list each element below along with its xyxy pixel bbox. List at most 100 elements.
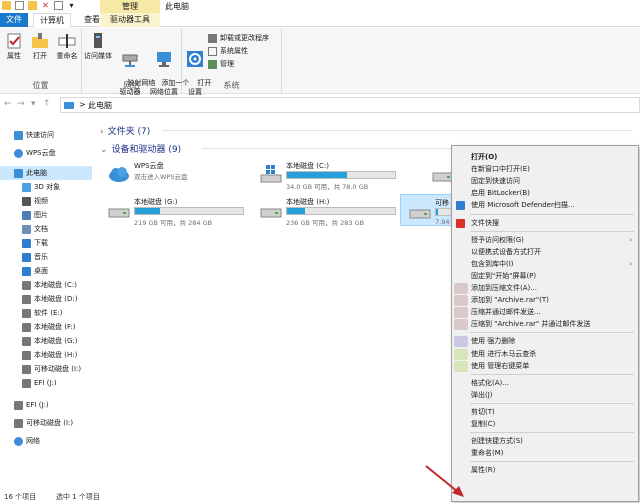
tab-drive-tools[interactable]: 驱动器工具 xyxy=(100,13,160,27)
sidebar-item[interactable]: 3D 对象 xyxy=(0,180,92,194)
gear-icon xyxy=(187,51,203,67)
sidebar-item[interactable]: 快速访问 xyxy=(0,128,92,142)
menu-item[interactable]: 使用 进行木马云查杀 xyxy=(452,348,638,360)
menu-item[interactable]: 启用 BitLocker(B) xyxy=(452,187,638,199)
back-arrow-icon[interactable]: ← xyxy=(4,99,12,109)
sidebar-item[interactable]: 视频 xyxy=(0,194,92,208)
drive-tile[interactable]: 本地磁盘 (C:) 34.0 GB 可用，共 78.0 GB xyxy=(252,158,400,191)
sidebar-item-label: EFI (J:) xyxy=(26,401,49,409)
drive-tile[interactable]: 本地磁盘 (G:) 219 GB 可用，共 284 GB xyxy=(100,194,248,227)
sidebar-item-label: EFI (J:) xyxy=(34,379,57,387)
address-input[interactable]: > 此电脑 xyxy=(60,97,640,113)
menu-separator xyxy=(470,373,634,375)
breadcrumb[interactable]: 此电脑 xyxy=(88,100,112,111)
sidebar-item[interactable]: 本地磁盘 (G:) xyxy=(0,334,92,348)
menu-item[interactable]: 固定到"开始"屏幕(P) xyxy=(452,270,638,282)
sidebar-item[interactable]: 可移动磁盘 (I:) xyxy=(0,362,92,376)
properties-quick-icon[interactable] xyxy=(15,1,24,10)
sidebar-item[interactable]: 桌面 xyxy=(0,264,92,278)
menu-item-label: 格式化(A)... xyxy=(471,378,509,387)
properties-button[interactable]: 属性 xyxy=(2,32,26,61)
menu-item[interactable]: 属性(R) xyxy=(452,464,638,476)
menu-item[interactable]: 以便携式设备方式打开 xyxy=(452,246,638,258)
menu-item[interactable]: 在新窗口中打开(E) xyxy=(452,163,638,175)
menu-item[interactable]: 重命名(M) xyxy=(452,447,638,459)
menu-item[interactable]: 使用 管理右键菜单 xyxy=(452,360,638,372)
new-folder-quick-icon[interactable] xyxy=(28,1,37,10)
menu-item[interactable]: 打开(O) xyxy=(452,151,638,163)
forward-arrow-icon[interactable]: → xyxy=(17,99,25,109)
menu-item[interactable]: 包含到库中(I) › xyxy=(452,258,638,270)
devices-section-header[interactable]: ⌄ 设备和驱动器 (9) xyxy=(100,142,181,155)
drive-tile[interactable]: 本地磁盘 (H:) 236 GB 可用，共 283 GB xyxy=(252,194,400,227)
map-network-drive-button[interactable]: 映射网络 驱动器 xyxy=(114,32,155,106)
sidebar-item-label: 快速访问 xyxy=(26,131,54,139)
sidebar-item[interactable]: EFI (J:) xyxy=(0,376,92,390)
menu-item[interactable]: 压缩到 "Archive.rar" 并通过邮件发送 xyxy=(452,318,638,331)
menu-item[interactable]: 添加到 "Archive.rar"(T) xyxy=(452,294,638,307)
up-arrow-icon[interactable]: ↑ xyxy=(43,99,51,109)
customize-chevron-icon[interactable]: ▾ xyxy=(67,1,76,10)
sidebar-item[interactable]: 此电脑 xyxy=(0,166,92,180)
menu-item[interactable]: 创建快捷方式(S) xyxy=(452,435,638,447)
menu-separator xyxy=(470,432,634,434)
sidebar-item-label: 软件 (E:) xyxy=(34,309,63,317)
sidebar-item[interactable]: 可移动磁盘 (I:) xyxy=(0,416,92,430)
drive-icon xyxy=(22,322,31,332)
drive-icon xyxy=(22,378,31,388)
menu-item[interactable]: 文件快搜 xyxy=(452,217,638,229)
rename-quick-icon[interactable] xyxy=(54,1,63,10)
open-button[interactable]: 打开 xyxy=(28,32,52,61)
sidebar-item[interactable]: 图片 xyxy=(0,208,92,222)
tab-file[interactable]: 文件 xyxy=(0,13,28,27)
menu-item[interactable]: 弹出(J) xyxy=(452,389,638,401)
sidebar-item-label: WPS云盘 xyxy=(26,149,56,157)
menu-item[interactable]: 添加到压缩文件(A)... xyxy=(452,282,638,294)
system-properties-button[interactable]: 系统属性 xyxy=(208,46,248,56)
network-location-icon xyxy=(157,52,171,67)
sidebar-item[interactable]: 音乐 xyxy=(0,250,92,264)
recent-chevron-icon[interactable]: ▾ xyxy=(31,99,36,109)
sidebar-item[interactable]: WPS云盘 xyxy=(0,146,92,160)
sidebar-item[interactable]: 软件 (E:) xyxy=(0,306,92,320)
sidebar-item-label: 图片 xyxy=(34,211,48,219)
menu-item[interactable]: 复制(C) xyxy=(452,418,638,430)
sidebar-item-label: 3D 对象 xyxy=(34,183,61,191)
uninstall-program-button[interactable]: 卸载或更改程序 xyxy=(208,33,269,43)
sidebar-item[interactable]: 本地磁盘 (H:) xyxy=(0,348,92,362)
sidebar-item[interactable]: 本地磁盘 (D:) xyxy=(0,292,92,306)
menu-item[interactable]: 使用 强力删除 xyxy=(452,335,638,348)
manage-button[interactable]: 管理 xyxy=(208,59,234,69)
drive-capacity: 34.0 GB 可用，共 78.0 GB xyxy=(286,183,369,191)
tab-computer[interactable]: 计算机 xyxy=(33,13,71,27)
ribbon: 属性 打开 重命名 位置 访问媒体 映射网络 驱动器 添加一个 网络位置 网络 xyxy=(0,28,640,96)
drive-tile[interactable]: WPS云盘 双击进入WPS云盘 xyxy=(100,158,248,190)
blurred-icon xyxy=(454,336,468,348)
menu-item[interactable]: 压缩并通过邮件发送... xyxy=(452,306,638,319)
sidebar-item[interactable]: 本地磁盘 (C:) xyxy=(0,278,92,292)
sidebar-item[interactable]: 网络 xyxy=(0,434,92,448)
open-settings-button[interactable]: 打开 设置 xyxy=(184,32,211,106)
menu-item[interactable]: 使用 Microsoft Defender扫描... xyxy=(452,199,638,211)
window-title: 此电脑 xyxy=(165,2,189,11)
delete-quick-icon[interactable]: ✕ xyxy=(41,1,50,10)
sidebar-item[interactable]: 文档 xyxy=(0,222,92,236)
drive-usage-fill xyxy=(135,208,160,214)
menu-item[interactable]: 剪切(T) xyxy=(452,406,638,418)
manage-icon xyxy=(208,59,217,69)
sidebar-item[interactable]: 下载 xyxy=(0,236,92,250)
uninstall-label: 卸载或更改程序 xyxy=(220,34,269,42)
menu-item[interactable]: 授予访问权限(G) › xyxy=(452,234,638,246)
folders-section-header[interactable]: › 文件夹 (7) xyxy=(100,124,150,137)
drive-icon xyxy=(14,400,23,410)
menu-item[interactable]: 固定到快速访问 xyxy=(452,175,638,187)
drive-usage-fill xyxy=(287,208,306,214)
rename-button[interactable]: 重命名 xyxy=(54,32,80,61)
sidebar-item[interactable]: EFI (J:) xyxy=(0,398,92,412)
address-bar-row: ← → ▾ ↑ > 此电脑 xyxy=(0,96,640,114)
access-media-button[interactable]: 访问媒体 xyxy=(84,32,112,61)
add-network-location-button[interactable]: 添加一个 网络位置 xyxy=(148,32,189,106)
menu-item[interactable]: 格式化(A)... xyxy=(452,377,638,389)
access-media-label: 访问媒体 xyxy=(84,52,112,60)
sidebar-item[interactable]: 本地磁盘 (F:) xyxy=(0,320,92,334)
